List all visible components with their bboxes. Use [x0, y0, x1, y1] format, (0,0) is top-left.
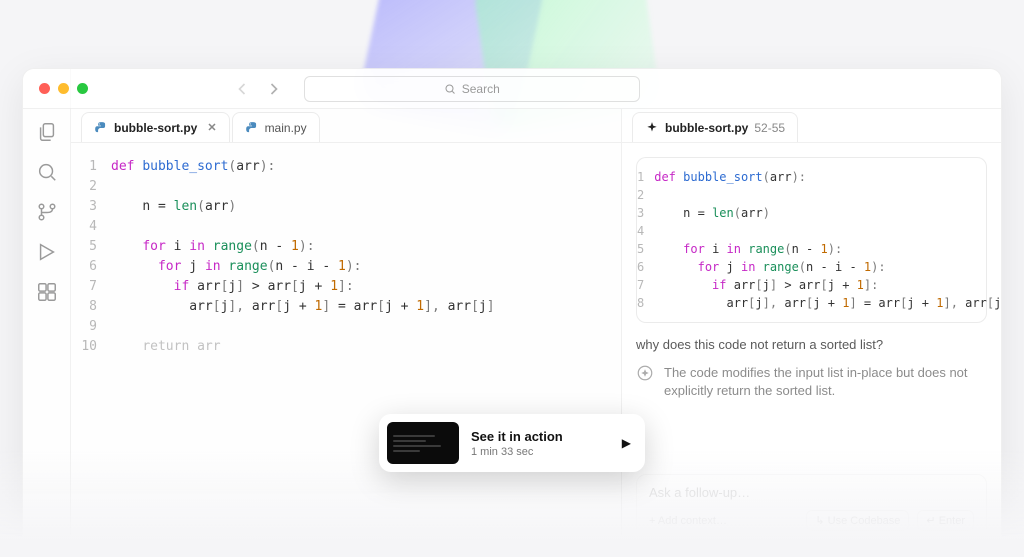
arrow-left-icon: [232, 79, 252, 99]
chat-answer: The code modifies the input list in-plac…: [636, 364, 987, 400]
chat-tab-range: 52-55: [754, 121, 785, 135]
code-lines: def bubble_sort(arr): n = len(arr) for i…: [111, 157, 621, 556]
run-debug-button[interactable]: [36, 241, 58, 263]
search-icon: [444, 83, 456, 95]
code-editor[interactable]: 1 2 3 4 5 6 7 8 9 10 def bubble_sort(arr…: [71, 143, 621, 556]
snippet-lines: def bubble_sort(arr): n = len(arr) for i…: [654, 168, 1001, 312]
activity-bar: [23, 69, 71, 556]
tab-bubble-sort[interactable]: bubble-sort.py ✕: [81, 112, 230, 142]
cta-title: See it in action: [471, 429, 610, 444]
search-input[interactable]: Search: [304, 76, 640, 102]
code-snippet: 1 2 3 4 5 6 7 8 def bubble_sort(arr): n …: [636, 157, 987, 323]
extensions-icon: [36, 281, 58, 303]
chat-followup-placeholder: Ask a follow-up…: [649, 485, 974, 500]
explorer-button[interactable]: [36, 121, 58, 143]
editor-tabbar: bubble-sort.py ✕ main.py: [71, 109, 621, 143]
play-bug-icon: [36, 241, 58, 263]
cta-card[interactable]: See it in action 1 min 33 sec ▶: [379, 414, 645, 472]
tab-main[interactable]: main.py: [232, 112, 320, 142]
line-gutter: 1 2 3 4 5 6 7 8 9 10: [71, 157, 111, 556]
enter-chip[interactable]: ↵ Enter: [917, 510, 974, 531]
use-codebase-chip[interactable]: ↳ Use Codebase: [806, 510, 909, 531]
chat-answer-text: The code modifies the input list in-plac…: [664, 364, 987, 400]
cta-subtitle: 1 min 33 sec: [471, 446, 610, 458]
search-icon: [36, 161, 58, 183]
chat-question: why does this code not return a sorted l…: [636, 337, 987, 352]
window-close-button[interactable]: [39, 83, 50, 94]
titlebar: Search: [23, 69, 1001, 109]
window-maximize-button[interactable]: [77, 83, 88, 94]
python-icon: [94, 121, 108, 135]
close-icon[interactable]: ✕: [207, 121, 216, 134]
tab-label: main.py: [265, 121, 307, 135]
chat-body: 1 2 3 4 5 6 7 8 def bubble_sort(arr): n …: [622, 143, 1001, 454]
play-icon: ▶: [622, 436, 631, 450]
sparkle-icon: [645, 121, 659, 135]
extensions-button[interactable]: [36, 281, 58, 303]
python-icon: [245, 121, 259, 135]
nav-back-button[interactable]: [232, 79, 252, 99]
cta-thumbnail: [387, 422, 459, 464]
chat-followup-input[interactable]: Ask a follow-up… + Add context… ↳ Use Co…: [636, 474, 987, 542]
editor-window: Search bubble-sort.py ✕: [22, 68, 1002, 557]
arrow-right-icon: [264, 79, 284, 99]
search-button[interactable]: [36, 161, 58, 183]
branch-icon: [36, 201, 58, 223]
chat-tab-file: bubble-sort.py: [665, 121, 748, 135]
chat-tabbar: bubble-sort.py 52-55: [622, 109, 1001, 143]
files-icon: [36, 121, 58, 143]
tab-label: bubble-sort.py: [114, 121, 197, 135]
window-controls: [39, 83, 88, 94]
assistant-icon: [636, 364, 654, 382]
search-placeholder: Search: [462, 82, 500, 96]
editor-column: bubble-sort.py ✕ main.py 1 2 3 4 5 6 7: [71, 109, 621, 556]
chat-tab[interactable]: bubble-sort.py 52-55: [632, 112, 798, 142]
add-context-button[interactable]: + Add context…: [649, 515, 727, 527]
window-minimize-button[interactable]: [58, 83, 69, 94]
chat-panel: bubble-sort.py 52-55 1 2 3 4 5 6 7 8: [621, 109, 1001, 556]
nav-forward-button[interactable]: [264, 79, 284, 99]
main-area: bubble-sort.py ✕ main.py 1 2 3 4 5 6 7: [71, 69, 1001, 556]
source-control-button[interactable]: [36, 201, 58, 223]
snippet-gutter: 1 2 3 4 5 6 7 8: [637, 168, 654, 312]
